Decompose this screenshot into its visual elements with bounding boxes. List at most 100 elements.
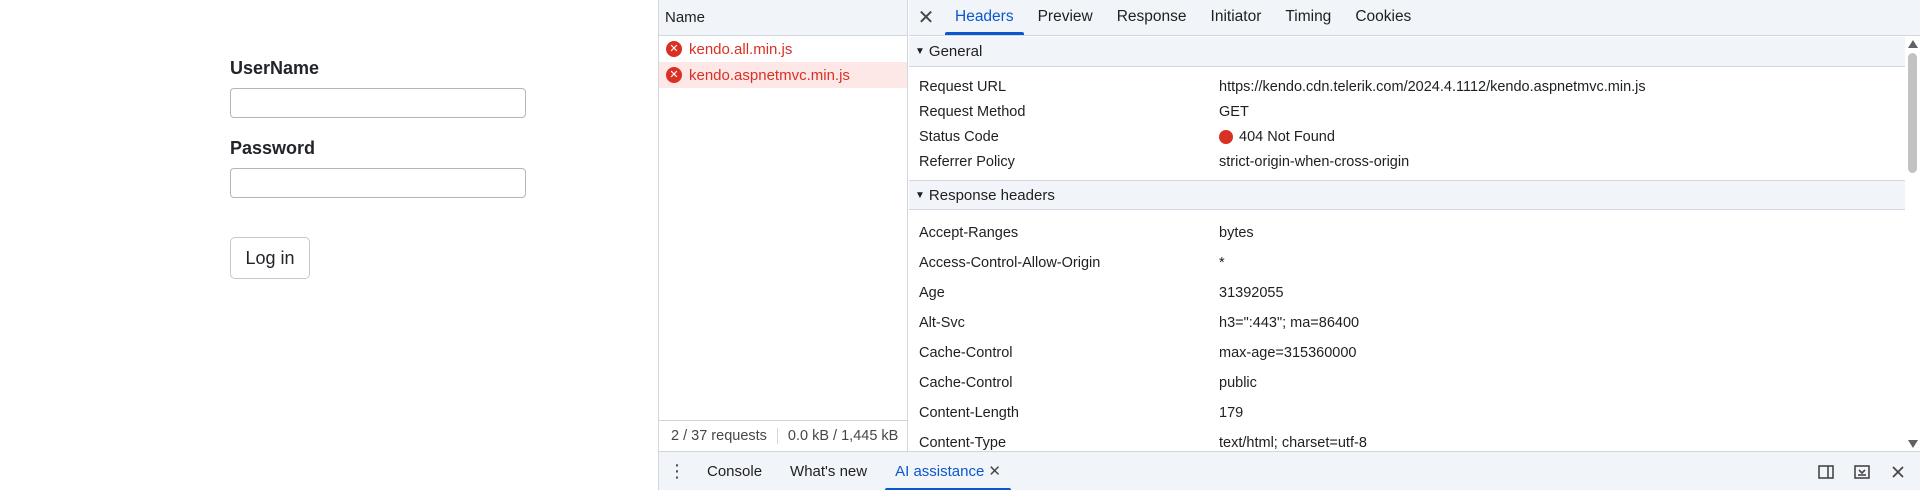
request-row[interactable]: ✕ kendo.aspnetmvc.min.js (659, 62, 907, 88)
general-row: Status Code 404 Not Found (909, 124, 1905, 149)
general-rows: Request URL https://kendo.cdn.telerik.com… (909, 67, 1905, 180)
general-section-toggle[interactable]: ▼ General (909, 37, 1905, 67)
response-header-row: Access-Control-Allow-Origin * (909, 248, 1905, 278)
detail-tab-bar: ✕ Headers Preview Response Initiator Timing C… (909, 0, 1920, 36)
response-header-key: Accept-Ranges (919, 225, 1019, 241)
drawer-tab-label: What's new (790, 462, 868, 480)
general-row: Referrer Policy strict-origin-when-cross-… (909, 149, 1905, 174)
response-header-value: max-age=315360000 (1219, 345, 1357, 361)
general-key: Request URL (919, 78, 1007, 95)
response-header-value: h3=":443"; ma=86400 (1219, 315, 1360, 331)
general-key: Referrer Policy (919, 153, 1015, 170)
response-header-value-cell: 31392055 (1219, 285, 1284, 301)
drawer-tab-console[interactable]: Console (695, 452, 774, 490)
response-header-value: public (1219, 375, 1257, 391)
request-name: kendo.aspnetmvc.min.js (689, 66, 850, 84)
response-header-key: Content-Length (919, 405, 1019, 421)
general-value: GET (1219, 103, 1249, 120)
scrollbar-thumb[interactable] (1908, 53, 1917, 173)
tab-initiator[interactable]: Initiator (1199, 0, 1274, 35)
scroll-down-arrow-icon[interactable] (1908, 440, 1918, 448)
transfer-size: 0.0 kB / 1,445 kB (787, 428, 899, 444)
dock-bottom-icon[interactable] (1853, 463, 1871, 481)
general-key: Status Code (919, 128, 999, 145)
expanded-triangle-icon: ▼ (915, 189, 925, 201)
general-value-cell: https://kendo.cdn.telerik.com/2024.4.111… (1219, 79, 1646, 95)
login-button[interactable]: Log in (230, 237, 310, 279)
general-value-cell: strict-origin-when-cross-origin (1219, 154, 1409, 170)
response-header-row: Cache-Control public (909, 368, 1905, 398)
drawer-toolbar (1817, 452, 1907, 490)
response-headers-section-title: Response headers (928, 186, 1055, 204)
scroll-up-arrow-icon[interactable] (1908, 40, 1918, 48)
tab-timing[interactable]: Timing (1273, 0, 1343, 35)
headers-content: ▼ General Request URL https://kendo.cdn.t… (909, 37, 1905, 451)
response-header-key: Cache-Control (919, 375, 1013, 391)
tab-response[interactable]: Response (1105, 0, 1199, 35)
response-header-key: Access-Control-Allow-Origin (919, 255, 1101, 271)
response-header-row: Content-Length 179 (909, 398, 1905, 428)
drawer-tab-label: Console (707, 462, 763, 480)
response-header-rows: Accept-Ranges bytes Access-Control-Allow-O… (909, 210, 1905, 451)
general-value: https://kendo.cdn.telerik.com/2024.4.111… (1219, 78, 1646, 95)
login-page: UserName Password Log in (0, 0, 658, 490)
dock-side-icon[interactable] (1817, 463, 1835, 481)
request-count: 2 / 37 requests (659, 428, 778, 444)
response-header-value: * (1219, 255, 1225, 271)
response-headers-section-toggle[interactable]: ▼ Response headers (909, 180, 1905, 210)
request-row[interactable]: ✕ kendo.all.min.js (659, 36, 907, 62)
password-label: Password (230, 138, 316, 158)
network-summary-bar: 2 / 37 requests 0.0 kB / 1,445 kB (659, 420, 908, 451)
general-value: 404 Not Found (1239, 128, 1335, 145)
general-section-title: General (928, 43, 983, 60)
vertical-scrollbar[interactable] (1905, 37, 1920, 451)
close-drawer-icon[interactable] (1889, 463, 1907, 481)
response-header-key: Cache-Control (919, 345, 1013, 361)
close-detail-icon[interactable]: ✕ (909, 0, 943, 35)
response-header-row: Accept-Ranges bytes (909, 218, 1905, 248)
username-label: UserName (230, 58, 320, 78)
request-detail-pane: ✕ Headers Preview Response Initiator Timing C… (909, 0, 1920, 451)
response-header-value: 179 (1219, 405, 1244, 421)
drawer-tab-ai-assistance[interactable]: AI assistance ✕ (883, 452, 1013, 490)
request-rows: ✕ kendo.all.min.js ✕ kendo.aspnetmvc.min.js (659, 36, 907, 88)
drawer-tab-label: AI assistance (895, 462, 985, 480)
network-request-list: Name ✕ kendo.all.min.js ✕ kendo.aspnetmvc.m… (659, 0, 908, 451)
error-icon: ✕ (666, 41, 682, 57)
status-error-dot-icon (1219, 129, 1233, 144)
devtools-panel: Name ✕ kendo.all.min.js ✕ kendo.aspnetmvc.m… (658, 0, 1920, 490)
general-row: Request Method GET (909, 99, 1905, 124)
tab-headers[interactable]: Headers (943, 0, 1026, 35)
general-value-cell: GET (1219, 104, 1249, 120)
password-input[interactable] (230, 168, 526, 198)
more-options-icon[interactable]: ⋮ (659, 452, 695, 490)
response-header-value-cell: 179 (1219, 405, 1243, 421)
tab-preview[interactable]: Preview (1026, 0, 1105, 35)
general-key: Request Method (919, 103, 1026, 120)
response-header-value-cell: h3=":443"; ma=86400 (1219, 315, 1359, 331)
response-header-value-cell: public (1219, 375, 1257, 391)
response-header-row: Age 31392055 (909, 278, 1905, 308)
response-header-key: Age (919, 285, 945, 301)
response-header-value: text/html; charset=utf-8 (1219, 435, 1367, 451)
response-header-value-cell: max-age=315360000 (1219, 345, 1356, 361)
general-value: strict-origin-when-cross-origin (1219, 153, 1410, 170)
username-input[interactable] (230, 88, 526, 118)
drawer-tab-what-s-new[interactable]: What's new (778, 452, 879, 490)
response-header-key: Content-Type (919, 435, 1007, 451)
general-value-cell: 404 Not Found (1219, 129, 1335, 145)
response-header-value: 31392055 (1219, 285, 1284, 301)
tab-cookies[interactable]: Cookies (1343, 0, 1423, 35)
expanded-triangle-icon: ▼ (915, 46, 925, 57)
name-column-header[interactable]: Name (659, 0, 907, 36)
drawer-tab-bar: ⋮ Console What's new AI assistance ✕ (659, 451, 1920, 490)
general-row: Request URL https://kendo.cdn.telerik.com… (909, 74, 1905, 99)
response-header-row: Content-Type text/html; charset=utf-8 (909, 428, 1905, 451)
response-header-value-cell: bytes (1219, 225, 1254, 241)
request-name: kendo.all.min.js (689, 40, 793, 58)
response-header-row: Cache-Control max-age=315360000 (909, 338, 1905, 368)
response-header-value-cell: text/html; charset=utf-8 (1219, 435, 1367, 451)
close-tab-icon[interactable]: ✕ (988, 462, 1001, 480)
response-header-value-cell: * (1219, 255, 1225, 271)
error-icon: ✕ (666, 67, 682, 83)
